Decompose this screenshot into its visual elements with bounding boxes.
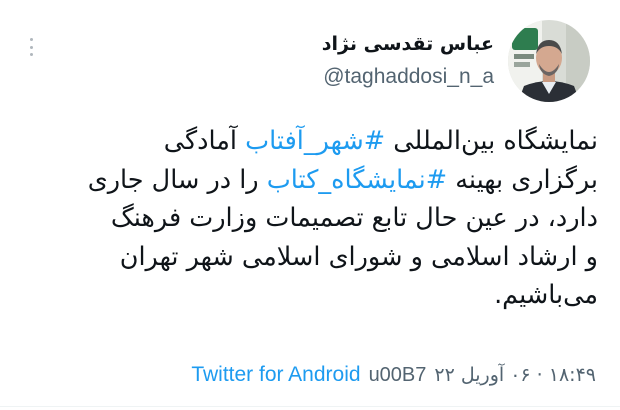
hashtag-link[interactable]: #نمایشگاه_کتاب [267,165,447,195]
tweet-text-segment: دارد، در عین حال تابع تصمیمات وزارت فرهن… [110,203,598,233]
tweet-text-line: دارد، در عین حال تابع تصمیمات وزارت فرهن… [18,199,598,238]
avatar-photo [508,20,590,102]
author-names: عباس تقدسی نژاد @taghaddosi_n_a [322,33,494,89]
divider [0,406,620,407]
tweet-source-link[interactable]: Twitter for Android [191,363,360,387]
tweet-timestamp[interactable]: ۱۸:۴۹ · ۰۶ آوریل ۲۲ [434,364,596,386]
tweet-text-line: برگزاری بهینه #نمایشگاه_کتاب را در سال ج… [18,161,598,200]
hashtag-link[interactable]: #شهر_آفتاب [245,126,385,156]
tweet-card: عباس تقدسی نژاد @taghaddosi_n_a نمایشگاه… [0,0,620,410]
author-display-name[interactable]: عباس تقدسی نژاد [322,33,494,55]
tweet-text-segment: برگزاری بهینه [447,164,598,195]
tweet-text-line: نمایشگاه بین‌المللی #شهر_آفتاب آمادگی [18,122,598,161]
tweet-meta: Twitter for Android u00B7 ۱۸:۴۹ · ۰۶ آور… [191,360,596,390]
tweet-text-segment: و ارشاد اسلامی و شورای اسلامی شهر تهران [119,241,598,272]
avatar[interactable] [508,20,590,102]
separator-code: u00B7 [368,363,427,386]
more-vertical-icon[interactable] [24,38,38,56]
tweet-text-segment: نمایشگاه بین‌المللی [385,126,598,156]
tweet-text-segment: آمادگی [163,126,246,156]
tweet-text-segment: را در سال جاری [87,164,267,195]
tweet-header: عباس تقدسی نژاد @taghaddosi_n_a [322,16,590,106]
tweet-text-line: و ارشاد اسلامی و شورای اسلامی شهر تهران [18,238,598,277]
author-handle[interactable]: @taghaddosi_n_a [323,65,494,89]
tweet-text: نمایشگاه بین‌المللی #شهر_آفتاب آمادگی برگ… [18,122,598,315]
tweet-text-line: می‌باشیم. [18,276,598,315]
tweet-text-segment: می‌باشیم. [494,280,598,310]
